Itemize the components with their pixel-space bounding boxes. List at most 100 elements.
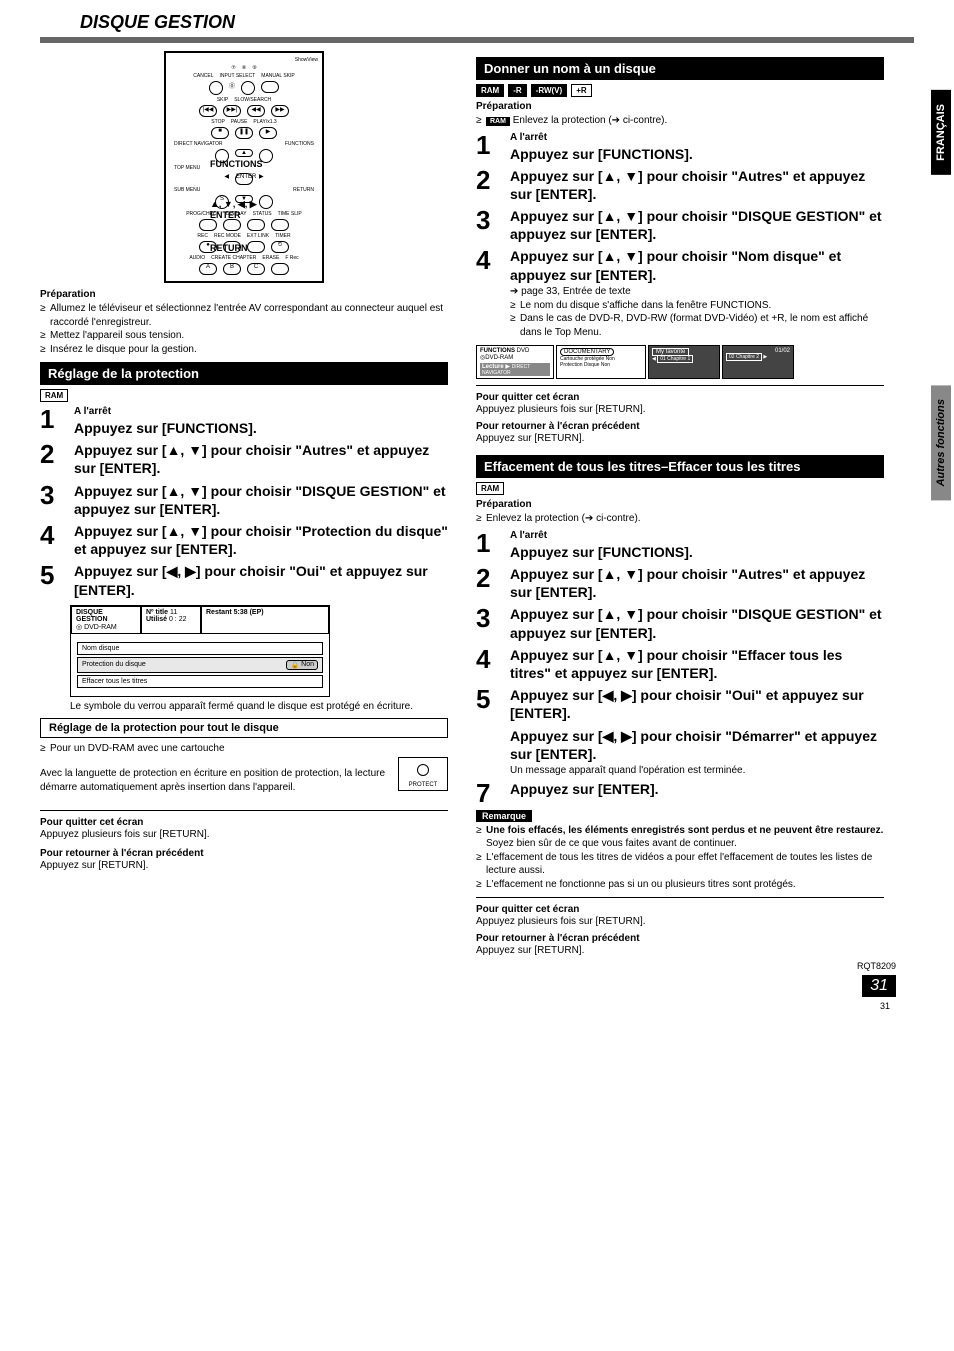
- remarque-label: Remarque: [476, 810, 532, 822]
- section-protection-bar: Réglage de la protection: [40, 362, 448, 385]
- section-erase-bar: Effacement de tous les titres–Effacer to…: [476, 455, 884, 478]
- osd-option: Nom disque: [77, 642, 323, 655]
- step-text: Appuyez sur [FUNCTIONS].: [510, 145, 884, 163]
- remote-label: MANUAL SKIP: [261, 73, 294, 79]
- screen-note: Le symbole du verrou apparaît fermé quan…: [70, 701, 448, 712]
- step-text: Appuyez sur [FUNCTIONS].: [510, 543, 884, 561]
- step-number: 3: [40, 482, 64, 518]
- step-kicker: A l'arrêt: [510, 530, 884, 541]
- osd-media2: DVD-RAM: [485, 355, 513, 361]
- prep-item: Enlevez la protection (➔ ci-contre).: [476, 512, 884, 526]
- prep-heading: Préparation: [40, 289, 448, 300]
- step-sub-bullet: Le nom du disque s'affiche dans la fenêt…: [510, 299, 884, 313]
- remote-label: INPUT SELECT: [220, 73, 256, 79]
- step-text: Appuyez sur [▲, ▼] pour choisir "Effacer…: [510, 646, 884, 682]
- callout-return: RETURN: [210, 243, 248, 253]
- quit-heading: Pour quitter cet écran: [476, 904, 884, 915]
- page-title: DISQUE GESTION: [40, 12, 914, 33]
- remote-label: F Rec: [285, 255, 298, 261]
- side-tabs: FRANÇAIS Autres fonctions: [928, 90, 954, 500]
- steps-erase: 1A l'arrêtAppuyez sur [FUNCTIONS]. 2Appu…: [476, 530, 884, 806]
- prev-text: Appuyez sur [RETURN].: [476, 944, 884, 958]
- lock-icon: 🔒 Non: [286, 660, 318, 670]
- osd-strip: FUNCTIONS DVD ◎DVD-RAM Lecture ▶ DIRECT …: [476, 345, 884, 379]
- prev-text: Appuyez sur [RETURN].: [476, 432, 884, 446]
- step-text: Appuyez sur [▲, ▼] pour choisir "DISQUE …: [74, 482, 448, 518]
- remote-label: EXT LINK: [247, 233, 269, 239]
- prep-item: Mettez l'appareil sous tension.: [40, 329, 448, 343]
- divider: [40, 810, 448, 811]
- prep-item: Allumez le téléviseur et sélectionnez l'…: [40, 302, 448, 329]
- osd-value: 0 : 22: [169, 616, 187, 623]
- title-rule: [40, 37, 914, 43]
- steps-protection: 1A l'arrêtAppuyez sur [FUNCTIONS]. 2Appu…: [40, 406, 448, 599]
- quit-text: Appuyez plusieurs fois sur [RETURN].: [476, 403, 884, 417]
- step-number: 4: [476, 646, 500, 682]
- step-text: Appuyez sur [◀, ▶] pour choisir "Démarre…: [510, 727, 884, 763]
- remote-label: SUB MENU: [174, 187, 200, 193]
- step-number: 3: [476, 605, 500, 641]
- chip-n: RAM: [486, 117, 510, 126]
- remark-item: L'effacement de tous les titres de vidéo…: [476, 851, 884, 878]
- cartridge-diagram: PROTECT: [398, 757, 448, 791]
- page-number: 31: [862, 975, 896, 997]
- osd-ch: 02 Chapitre 2: [726, 353, 762, 361]
- prev-text: Appuyez sur [RETURN].: [40, 859, 448, 873]
- chip-r: -R: [508, 84, 526, 97]
- step-text: Appuyez sur [▲, ▼] pour choisir "DISQUE …: [510, 207, 884, 243]
- prep-heading: Préparation: [476, 101, 884, 112]
- prep-list: Allumez le téléviseur et sélectionnez l'…: [40, 302, 448, 356]
- step-kicker: A l'arrêt: [74, 406, 448, 417]
- step-text: Appuyez sur [▲, ▼] pour choisir "Protect…: [74, 522, 448, 558]
- step-sub: Un message apparaît quand l'opération es…: [510, 765, 884, 776]
- step-number: 5: [476, 686, 500, 722]
- step-number: 4: [40, 522, 64, 558]
- divider: [476, 385, 884, 386]
- prev-heading: Pour retourner à l'écran précédent: [476, 933, 884, 944]
- step-number: 1: [476, 530, 500, 561]
- remote-label: FUNCTIONS: [285, 141, 314, 147]
- remote-label: AUDIO: [189, 255, 205, 261]
- remote-label: SKIP: [217, 97, 228, 103]
- step-text: Appuyez sur [ENTER].: [510, 780, 884, 798]
- step-text: Appuyez sur [◀, ▶] pour choisir "Oui" et…: [74, 562, 448, 598]
- step-number: 5: [40, 562, 64, 598]
- side-tab-language: FRANÇAIS: [931, 90, 951, 175]
- callout-functions: FUNCTIONS: [210, 159, 263, 169]
- step-number: 1: [476, 132, 500, 163]
- remote-label: CANCEL: [193, 73, 213, 79]
- osd-screenshot: DISQUE GESTION◎ DVD-RAM Nº title 11Utili…: [70, 605, 330, 697]
- side-tab-section: Autres fonctions: [931, 385, 951, 500]
- step-text: Appuyez sur [▲, ▼] pour choisir "Autres"…: [510, 167, 884, 203]
- remote-label: ERASE: [262, 255, 279, 261]
- step-number: 3: [476, 207, 500, 243]
- remote-label: SLOW/SEARCH: [234, 97, 271, 103]
- remote-label: PLAY/x1.3: [253, 119, 276, 125]
- left-column: ShowView ⑦⑧⑨ CANCELINPUT SELECTMANUAL SK…: [40, 51, 448, 957]
- page-footer: RQT8209 31 31: [40, 967, 914, 997]
- osd-line: Protection Disque Non: [560, 362, 642, 368]
- prev-heading: Pour retourner à l'écran précédent: [40, 848, 448, 859]
- osd-label: Utilisé: [146, 616, 167, 623]
- right-column: Donner un nom à un disque RAM -R -RW(V) …: [476, 51, 914, 957]
- osd-title: DISQUE GESTION: [76, 609, 108, 623]
- chip-ram: RAM: [40, 389, 68, 402]
- boxed-heading: Réglage de la protection pour tout le di…: [40, 718, 448, 738]
- osd-label: Restant 5:38 (EP): [206, 609, 264, 616]
- step-number: 1: [40, 406, 64, 437]
- step-kicker: A l'arrêt: [510, 132, 884, 143]
- remote-label: REC MODE: [214, 233, 241, 239]
- quit-text: Appuyez plusieurs fois sur [RETURN].: [40, 828, 448, 842]
- osd-label: Nº title: [146, 609, 168, 616]
- step-text: Appuyez sur [▲, ▼] pour choisir "Nom dis…: [510, 247, 884, 283]
- boxed-bullet: Pour un DVD-RAM avec une cartouche: [40, 742, 448, 756]
- step-text: Appuyez sur [◀, ▶] pour choisir "Oui" et…: [510, 686, 884, 722]
- chip-plus-r: +R: [571, 84, 591, 97]
- remote-label: ShowView: [170, 57, 318, 63]
- enter-button-icon: ENTER: [235, 173, 253, 185]
- remote-label: REC: [197, 233, 208, 239]
- step-number: 2: [476, 167, 500, 203]
- chip-rwv: -RW(V): [531, 84, 568, 97]
- osd-ch: 01 Chapitre 1: [657, 355, 693, 363]
- remote-label: RETURN: [293, 187, 314, 193]
